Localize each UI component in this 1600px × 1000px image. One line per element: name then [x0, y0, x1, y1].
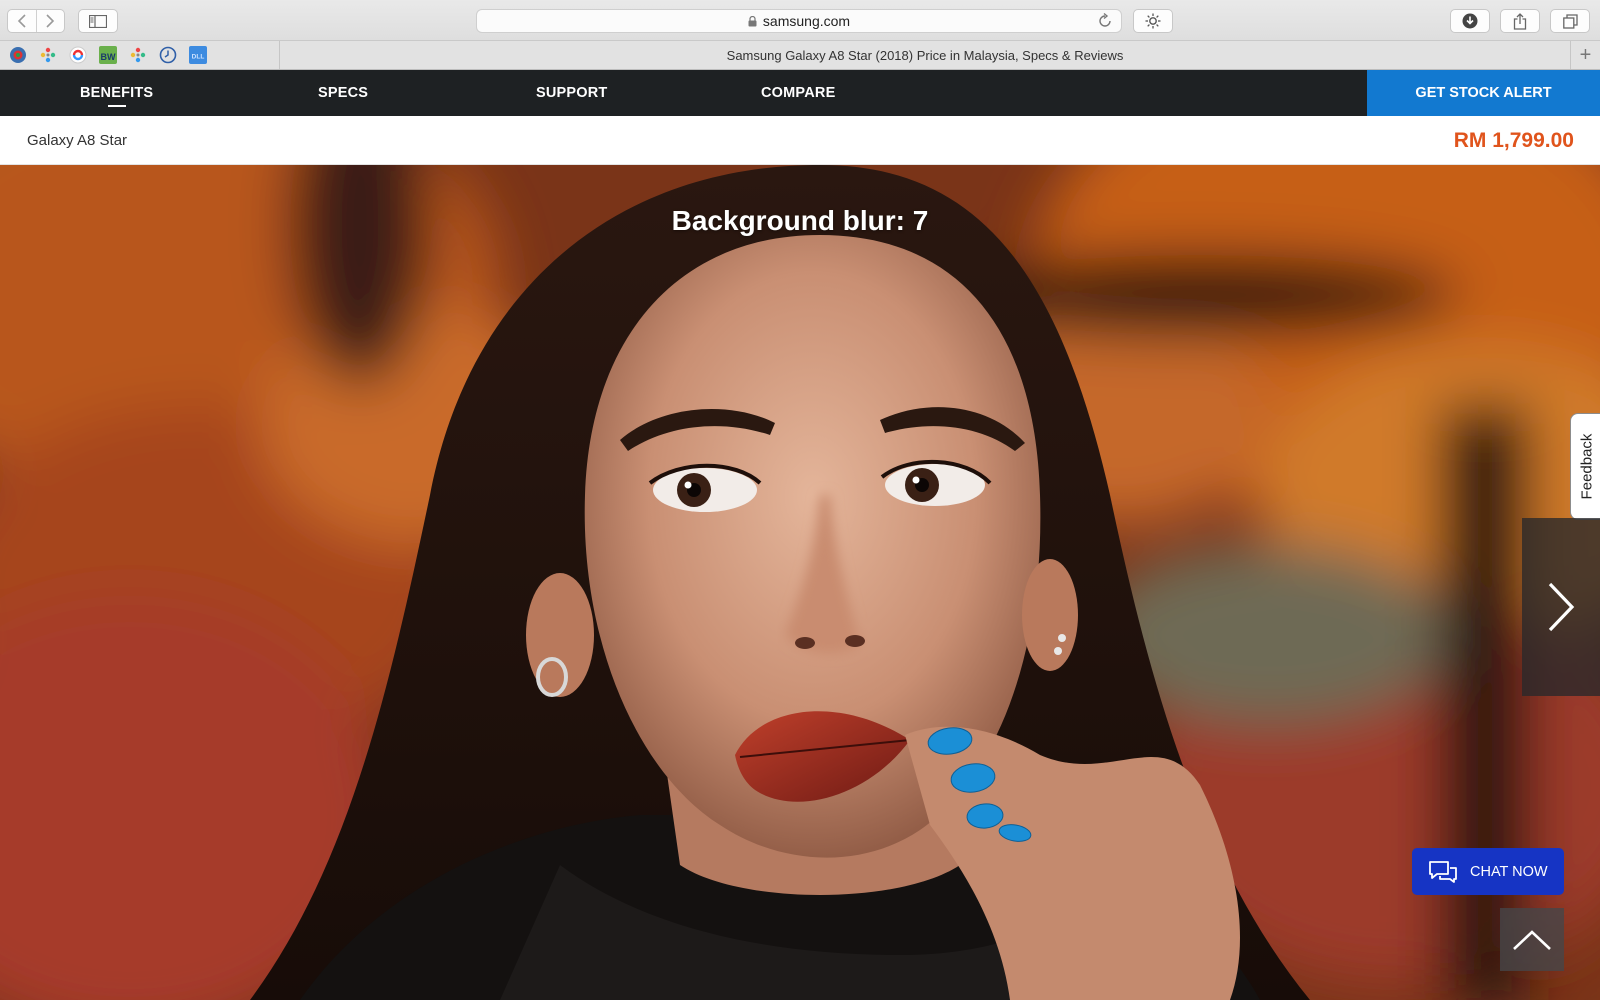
- chevron-right-icon: [1548, 582, 1575, 632]
- lock-icon: [748, 15, 757, 26]
- red-circle-icon[interactable]: [68, 45, 88, 65]
- forward-button[interactable]: [35, 10, 65, 32]
- nav-support[interactable]: SUPPORT: [536, 70, 608, 116]
- scroll-to-top-button[interactable]: [1500, 908, 1564, 971]
- hero-photo: [0, 165, 1600, 1000]
- chat-now-button[interactable]: CHAT NOW: [1412, 848, 1564, 895]
- sidebar-button[interactable]: [78, 9, 118, 33]
- feedback-label: Feedback: [1578, 433, 1595, 500]
- tab-title: Samsung Galaxy A8 Star (2018) Price in M…: [726, 47, 1124, 63]
- chat-now-label: CHAT NOW: [1470, 863, 1548, 880]
- nav-benefits[interactable]: BENEFITS: [80, 70, 153, 116]
- hero-caption: Background blur: 7: [671, 205, 929, 236]
- sun-icon: [1145, 13, 1161, 29]
- chevron-up-icon: [1513, 929, 1551, 950]
- plus-icon: +: [1579, 43, 1592, 66]
- download-icon: [1462, 13, 1478, 29]
- dll-icon[interactable]: DLL: [188, 45, 208, 65]
- hero-banner: Background blur: 7: [0, 165, 1600, 1000]
- sidebar-icon: [89, 14, 107, 28]
- bw-icon[interactable]: BW: [98, 45, 118, 65]
- history-nav: [7, 9, 65, 33]
- product-bar: Galaxy A8 Star RM 1,799.00: [0, 116, 1600, 165]
- product-price: RM 1,799.00: [1453, 128, 1574, 152]
- downloads-button[interactable]: [1450, 9, 1490, 33]
- active-tab[interactable]: Samsung Galaxy A8 Star (2018) Price in M…: [280, 41, 1570, 69]
- svg-text:BW: BW: [101, 52, 116, 62]
- new-tab-button[interactable]: +: [1570, 41, 1600, 69]
- chat-bubbles-icon: [1429, 860, 1457, 883]
- browser-toolbar: samsung.com: [0, 0, 1600, 41]
- share-icon: [1513, 12, 1527, 30]
- product-name: Galaxy A8 Star: [27, 132, 128, 149]
- feedback-tab[interactable]: Feedback: [1570, 413, 1600, 520]
- pinwheel-icon[interactable]: [38, 45, 58, 65]
- appearance-button[interactable]: [1133, 9, 1173, 33]
- tabs-icon: [1562, 13, 1578, 29]
- url-text: samsung.com: [762, 13, 851, 29]
- get-stock-alert-button[interactable]: GET STOCK ALERT: [1367, 70, 1600, 116]
- wikipedia-icon[interactable]: [8, 45, 28, 65]
- pinned-tabs: BW DLL: [8, 45, 208, 65]
- tab-bar: BW DLL Samsung Galaxy A8 Star (2018) Pri…: [0, 41, 1600, 70]
- reload-icon[interactable]: [1097, 12, 1113, 30]
- svg-text:DLL: DLL: [192, 54, 205, 61]
- chevron-right-icon: [46, 14, 55, 28]
- share-button[interactable]: [1500, 9, 1540, 33]
- clock-icon[interactable]: [158, 45, 178, 65]
- product-nav: BENEFITS SPECS SUPPORT COMPARE: [0, 70, 1600, 116]
- tab-overview-button[interactable]: [1550, 9, 1590, 33]
- chevron-left-icon: [17, 14, 26, 28]
- address-bar[interactable]: samsung.com: [476, 9, 1122, 33]
- nav-specs[interactable]: SPECS: [318, 70, 368, 116]
- carousel-next-button[interactable]: [1522, 518, 1600, 696]
- back-button[interactable]: [8, 10, 36, 32]
- nav-compare[interactable]: COMPARE: [761, 70, 835, 116]
- pinwheel-icon[interactable]: [128, 45, 148, 65]
